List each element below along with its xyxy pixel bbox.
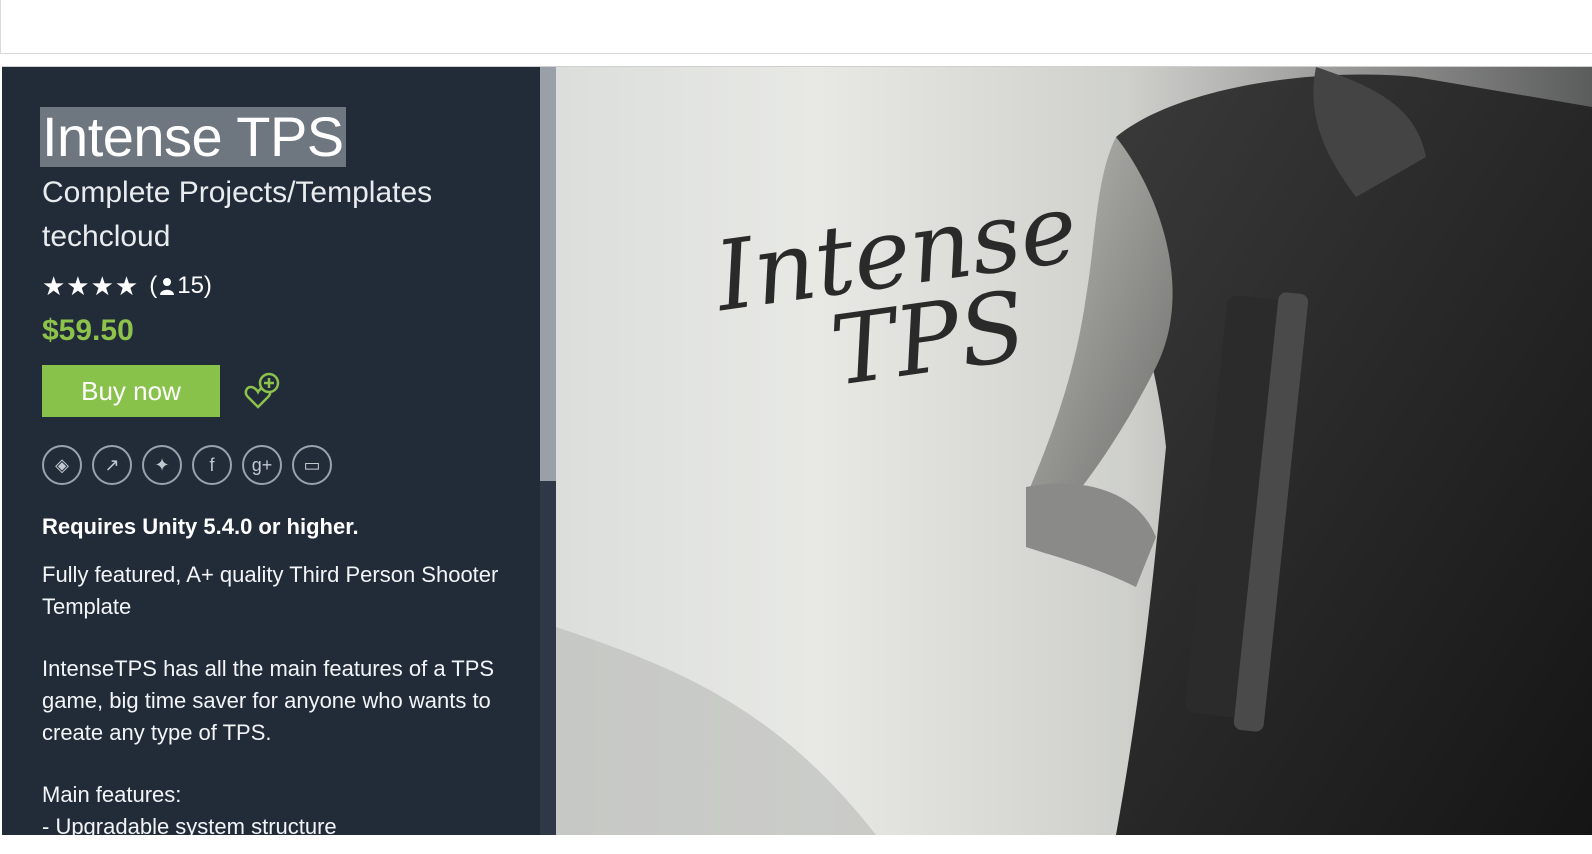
share-icon[interactable]: ↗ <box>92 445 132 485</box>
unity-requirement: Requires Unity 5.4.0 or higher. <box>42 514 359 539</box>
product-card: Intense TPS Complete Projects/Templates … <box>2 66 1592 835</box>
description-paragraph: Fully featured, A+ quality Third Person … <box>42 562 499 619</box>
rating-open-paren: ( <box>149 272 158 299</box>
rating-count-value: 15) <box>177 272 212 299</box>
product-title: Intense TPS <box>40 105 346 168</box>
publisher-link[interactable]: techcloud <box>42 213 522 261</box>
user-icon <box>160 278 175 295</box>
description-paragraph: IntenseTPS has all the main features of … <box>42 656 495 745</box>
comment-icon[interactable]: ▭ <box>292 445 332 485</box>
top-bar <box>0 0 1592 54</box>
product-category-link[interactable]: Complete Projects/Templates <box>42 173 522 213</box>
buy-now-button[interactable]: Buy now <box>42 365 220 417</box>
add-to-wishlist-icon[interactable] <box>238 369 282 413</box>
product-description: Fully featured, A+ quality Third Person … <box>42 559 522 835</box>
product-hero-image[interactable]: Intense TPS <box>556 67 1592 835</box>
product-price: $59.50 <box>42 314 134 347</box>
product-info-panel: Intense TPS Complete Projects/Templates … <box>2 67 540 835</box>
unity-icon[interactable]: ◈ <box>42 445 82 485</box>
share-icons: ◈ ↗ ✦ f g+ ▭ <box>42 445 522 485</box>
facebook-icon[interactable]: f <box>192 445 232 485</box>
rating: ★★★★ ( 15) <box>42 271 522 301</box>
panel-scrollbar-thumb[interactable] <box>540 67 556 481</box>
twitter-icon[interactable]: ✦ <box>142 445 182 485</box>
rating-count[interactable]: ( 15) <box>149 271 212 301</box>
google-plus-icon[interactable]: g+ <box>242 445 282 485</box>
description-paragraph: - Upgradable system structure <box>42 814 337 835</box>
star-rating: ★★★★ <box>42 271 140 301</box>
description-paragraph: Main features: <box>42 782 182 807</box>
hero-figure <box>556 67 1592 835</box>
